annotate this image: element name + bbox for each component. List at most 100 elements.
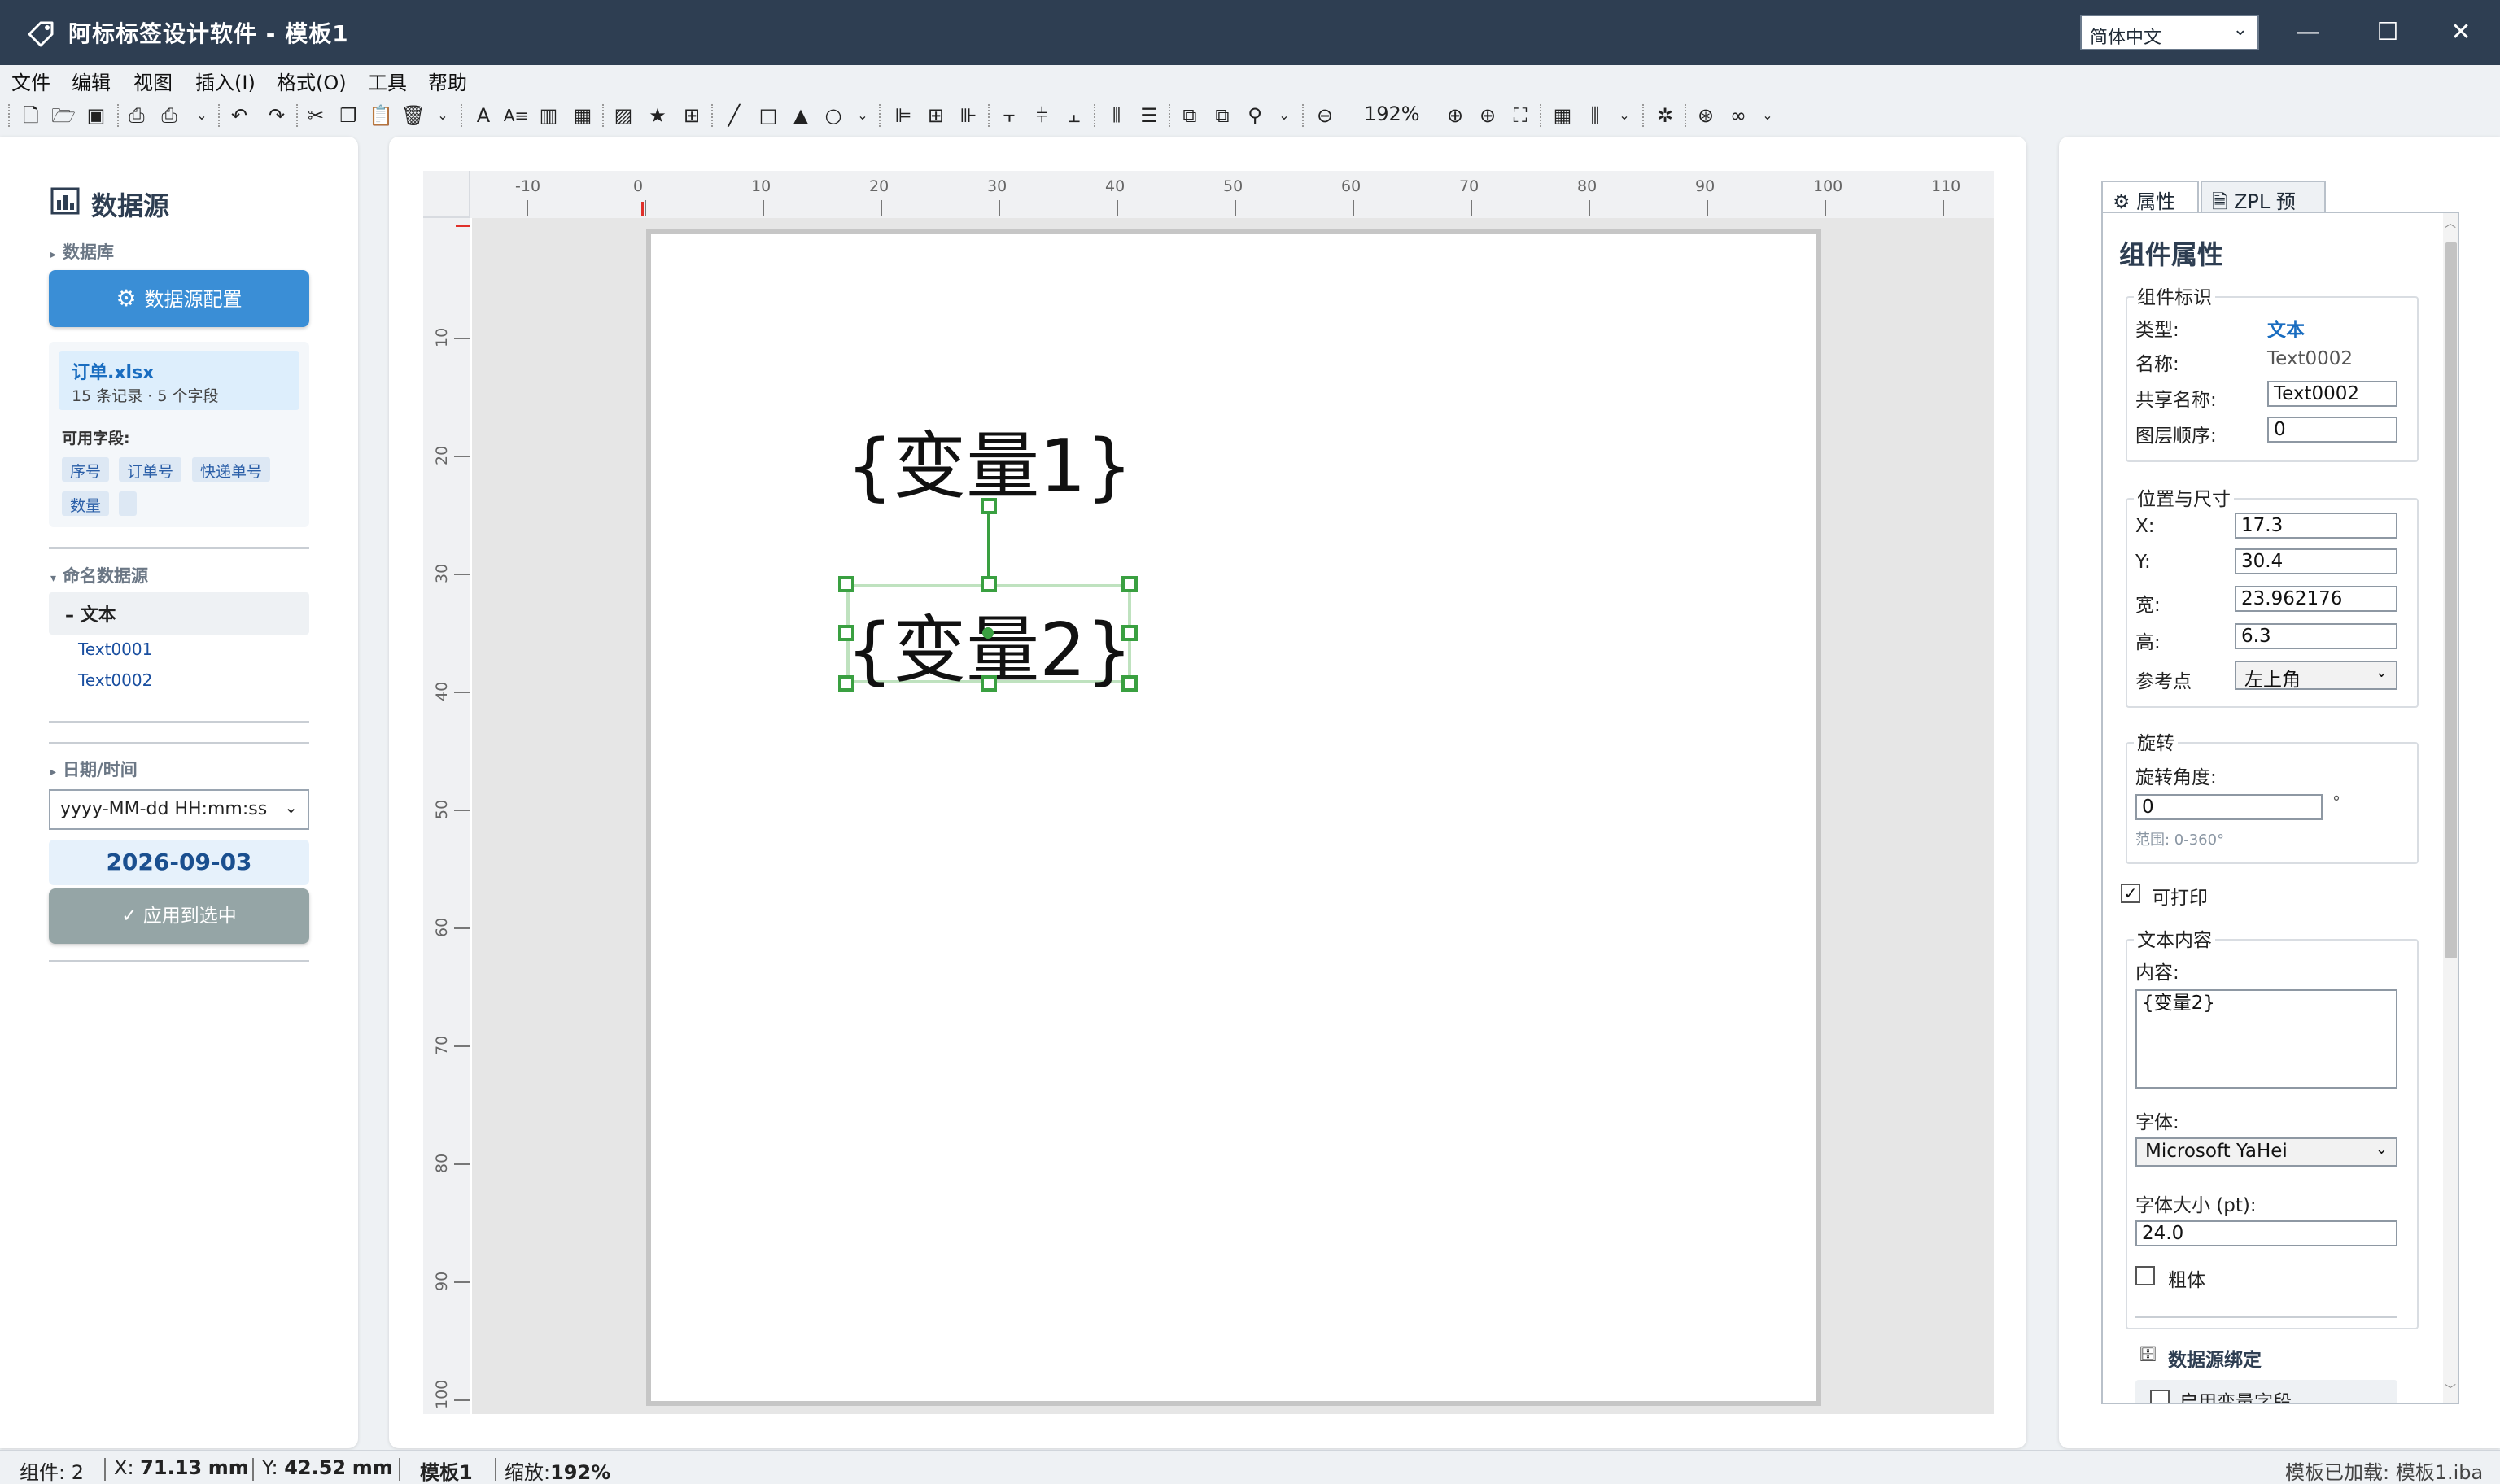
menu-tools[interactable]: 工具 xyxy=(368,67,407,95)
menu-help[interactable]: 帮助 xyxy=(428,67,467,95)
resize-handle-top[interactable] xyxy=(981,576,997,592)
bring-front-icon[interactable]: ⧉ xyxy=(1177,103,1203,129)
tab-zpl-preview[interactable]: 🗎 ZPL 预览 xyxy=(2201,181,2326,249)
print-preview-icon[interactable]: ⎙ xyxy=(124,103,150,129)
rich-text-icon[interactable]: A≡ xyxy=(503,103,529,129)
undo-icon[interactable]: ↶ xyxy=(226,103,252,129)
content-textarea[interactable]: {变量2} xyxy=(2135,989,2397,1089)
align-top-icon[interactable]: ⫟ xyxy=(996,103,1022,129)
redo-icon[interactable]: ↷ xyxy=(264,103,290,129)
menu-file[interactable]: 文件 xyxy=(11,67,50,95)
resize-handle-bottom[interactable] xyxy=(981,675,997,692)
ruler-icon[interactable]: ⫼ xyxy=(1582,103,1608,129)
tab-properties[interactable]: ⚙ 属性 xyxy=(2101,181,2199,213)
qrcode-icon[interactable]: ▦ xyxy=(570,103,596,129)
save-icon[interactable]: ▣ xyxy=(83,103,109,129)
datasource-config-button[interactable]: ⚙ 数据源配置 xyxy=(49,270,309,327)
ellipse-icon[interactable]: ○ xyxy=(820,103,846,129)
format-painter-icon[interactable]: ⚲ xyxy=(1242,103,1268,129)
align-bottom-icon[interactable]: ⫠ xyxy=(1061,103,1087,129)
align-left-icon[interactable]: ⊫ xyxy=(890,103,916,129)
grid-icon[interactable]: ▦ xyxy=(1549,103,1576,129)
named-group-text[interactable]: – 文本 xyxy=(49,592,309,635)
apply-to-selected-button[interactable]: ✓ 应用到选中 xyxy=(49,888,309,944)
field-tag[interactable]: 订单号 xyxy=(119,457,182,482)
settings-icon[interactable]: ✲ xyxy=(1652,103,1678,129)
label-page[interactable] xyxy=(646,229,1821,1406)
field-tag[interactable]: 序号 xyxy=(62,457,110,482)
resize-handle-right[interactable] xyxy=(1121,625,1138,641)
print-icon[interactable]: ⎙ xyxy=(156,103,182,129)
bold-checkbox[interactable] xyxy=(2135,1266,2155,1285)
distribute-vertical-icon[interactable]: ☰ xyxy=(1136,103,1162,129)
menu-view[interactable]: 视图 xyxy=(133,67,173,95)
send-back-icon[interactable]: ⧉ xyxy=(1209,103,1235,129)
language-select[interactable]: 简体中文 ⌄ xyxy=(2080,15,2259,50)
globe-icon[interactable]: ⊛ xyxy=(1693,103,1719,129)
date-format-select[interactable]: yyyy-MM-dd HH:mm:ss ⌄ xyxy=(49,789,309,830)
y-input[interactable]: 30.4 xyxy=(2235,548,2397,574)
delete-icon[interactable]: 🗑 xyxy=(400,103,426,129)
file-info[interactable]: 订单.xlsx 15 条记录 · 5 个字段 xyxy=(59,351,299,410)
copy-icon[interactable]: ❐ xyxy=(335,103,361,129)
close-button[interactable]: ✕ xyxy=(2437,11,2485,54)
zoom-out-icon[interactable]: ⊖ xyxy=(1312,103,1338,129)
more-icon[interactable]: ⌄ xyxy=(850,103,876,129)
field-tag[interactable] xyxy=(119,491,137,516)
datetime-section-label[interactable]: ▸ 日期/时间 xyxy=(50,757,138,781)
minimize-button[interactable]: — xyxy=(2284,11,2332,54)
new-file-icon[interactable]: 🗋 xyxy=(18,103,44,129)
printable-checkbox[interactable]: ✓ xyxy=(2121,884,2140,903)
align-right-icon[interactable]: ⊪ xyxy=(955,103,981,129)
reference-point-select[interactable]: 左上角 ⌄ xyxy=(2235,661,2397,691)
resize-handle-top-right[interactable] xyxy=(1121,576,1138,592)
image-icon[interactable]: ▨ xyxy=(610,103,636,129)
scrollbar[interactable]: ︿ ﹀ xyxy=(2443,213,2458,1403)
resize-handle-bottom-left[interactable] xyxy=(838,675,854,692)
more-icon[interactable]: ⌄ xyxy=(430,103,456,129)
paste-icon[interactable]: 📋 xyxy=(368,103,394,129)
database-section-label[interactable]: ▸ 数据库 xyxy=(50,239,114,264)
rotate-handle[interactable] xyxy=(981,498,997,514)
width-input[interactable]: 23.962176 xyxy=(2235,586,2397,612)
named-item[interactable]: Text0002 xyxy=(78,670,152,690)
resize-handle-top-left[interactable] xyxy=(838,576,854,592)
rotation-angle-input[interactable]: 0 xyxy=(2135,794,2323,820)
enable-variable-checkbox[interactable] xyxy=(2150,1390,2170,1403)
fit-page-icon[interactable]: ⛶ xyxy=(1507,103,1533,129)
menu-edit[interactable]: 编辑 xyxy=(72,67,111,95)
font-select[interactable]: Microsoft YaHei ⌄ xyxy=(2135,1137,2397,1167)
properties-scroll-area[interactable]: 组件属性 组件标识 类型: 文本 名称: Text0002 共享名称: Text… xyxy=(2101,212,2459,1404)
align-middle-icon[interactable]: ⫩ xyxy=(1029,103,1055,129)
zoom-in-icon[interactable]: ⊕ xyxy=(1442,103,1468,129)
canvas-text-variable1[interactable]: {变量1} xyxy=(846,407,1133,513)
resize-handle-left[interactable] xyxy=(838,625,854,641)
distribute-horizontal-icon[interactable]: ⫴ xyxy=(1104,103,1130,129)
star-icon[interactable]: ★ xyxy=(645,103,671,129)
named-datasource-label[interactable]: ▾ 命名数据源 xyxy=(50,563,148,587)
more-icon[interactable]: ⌄ xyxy=(1611,103,1637,129)
triangle-icon[interactable]: ▲ xyxy=(788,103,814,129)
more-icon[interactable]: ⌄ xyxy=(189,103,215,129)
scroll-up-icon[interactable]: ︿ xyxy=(2445,215,2456,231)
maximize-button[interactable]: ☐ xyxy=(2363,11,2412,54)
height-input[interactable]: 6.3 xyxy=(2235,623,2397,649)
menu-insert[interactable]: 插入(I) xyxy=(195,67,256,95)
zoom-actual-icon[interactable]: ⊕ xyxy=(1475,103,1501,129)
rectangle-icon[interactable]: □ xyxy=(755,103,781,129)
line-icon[interactable]: ╱ xyxy=(721,103,747,129)
text-tool-icon[interactable]: A xyxy=(470,103,496,129)
align-center-icon[interactable]: ⊞ xyxy=(923,103,949,129)
x-input[interactable]: 17.3 xyxy=(2235,513,2397,539)
cut-icon[interactable]: ✂ xyxy=(303,103,329,129)
shared-name-input[interactable]: Text0002 xyxy=(2267,381,2397,407)
link-icon[interactable]: ∞ xyxy=(1725,103,1751,129)
field-tag[interactable]: 数量 xyxy=(62,491,110,516)
field-tag[interactable]: 快递单号 xyxy=(192,457,271,482)
table-icon[interactable]: ⊞ xyxy=(679,103,705,129)
more-icon[interactable]: ⌄ xyxy=(1755,103,1781,129)
more-icon[interactable]: ⌄ xyxy=(1271,103,1297,129)
scrollbar-thumb[interactable] xyxy=(2445,242,2457,958)
font-size-input[interactable]: 24.0 xyxy=(2135,1220,2397,1246)
open-folder-icon[interactable]: 🗁 xyxy=(50,103,76,129)
